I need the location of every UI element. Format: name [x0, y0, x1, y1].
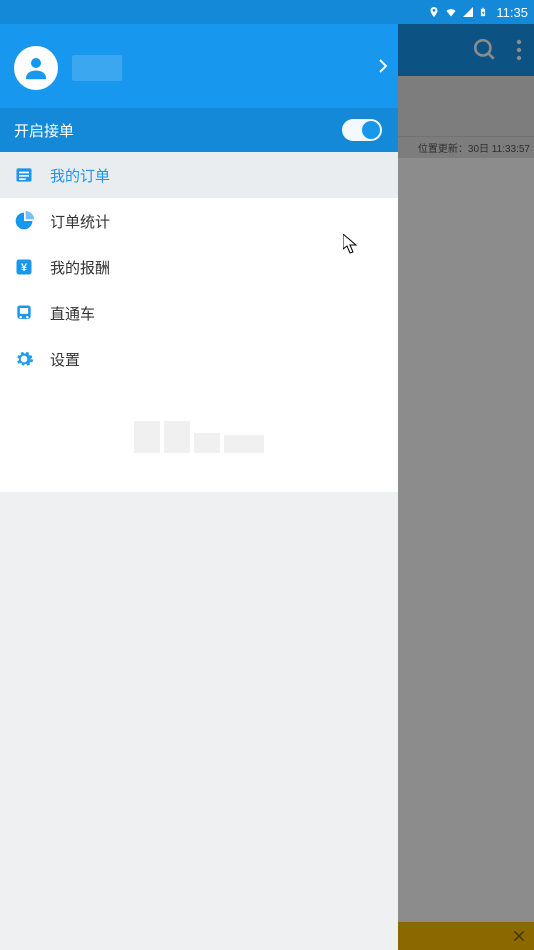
drawer-spacer — [0, 492, 398, 950]
status-icons: 11:35 — [428, 5, 528, 20]
chart-icon — [14, 211, 34, 231]
person-icon — [21, 53, 51, 83]
accept-orders-label: 开启接单 — [14, 120, 74, 141]
menu-item-label: 我的订单 — [50, 165, 110, 186]
drawer-menu: 我的订单 订单统计 ¥ 我的报酬 直通车 设置 — [0, 152, 398, 382]
money-icon: ¥ — [14, 257, 34, 277]
menu-item-my-orders[interactable]: 我的订单 — [0, 152, 398, 198]
menu-item-order-stats[interactable]: 订单统计 — [0, 198, 398, 244]
drawer-logo-area — [0, 382, 398, 492]
accept-orders-switch[interactable] — [342, 119, 382, 141]
drawer-header: 开启接单 — [0, 24, 398, 152]
menu-item-label: 订单统计 — [50, 211, 110, 232]
location-icon — [428, 6, 440, 18]
user-row[interactable] — [0, 24, 398, 108]
wifi-icon — [444, 6, 458, 18]
menu-item-direct[interactable]: 直通车 — [0, 290, 398, 336]
gear-icon — [14, 349, 34, 369]
menu-item-label: 直通车 — [50, 303, 95, 324]
menu-item-settings[interactable]: 设置 — [0, 336, 398, 382]
menu-item-label: 设置 — [50, 349, 80, 370]
battery-icon — [478, 5, 488, 19]
chevron-right-icon — [378, 58, 388, 74]
transport-icon — [14, 303, 34, 323]
logo-placeholder — [134, 421, 264, 453]
svg-text:¥: ¥ — [21, 262, 27, 274]
mouse-cursor — [343, 234, 359, 254]
user-name — [72, 55, 122, 81]
avatar — [14, 46, 58, 90]
menu-item-my-reward[interactable]: ¥ 我的报酬 — [0, 244, 398, 290]
navigation-drawer: 开启接单 我的订单 订单统计 ¥ 我的报酬 直通车 — [0, 24, 398, 950]
list-icon — [14, 165, 34, 185]
menu-item-label: 我的报酬 — [50, 257, 110, 278]
accept-orders-toggle-row: 开启接单 — [0, 108, 398, 152]
signal-icon — [462, 6, 474, 18]
status-time: 11:35 — [496, 5, 528, 20]
status-bar: 11:35 — [0, 0, 534, 24]
